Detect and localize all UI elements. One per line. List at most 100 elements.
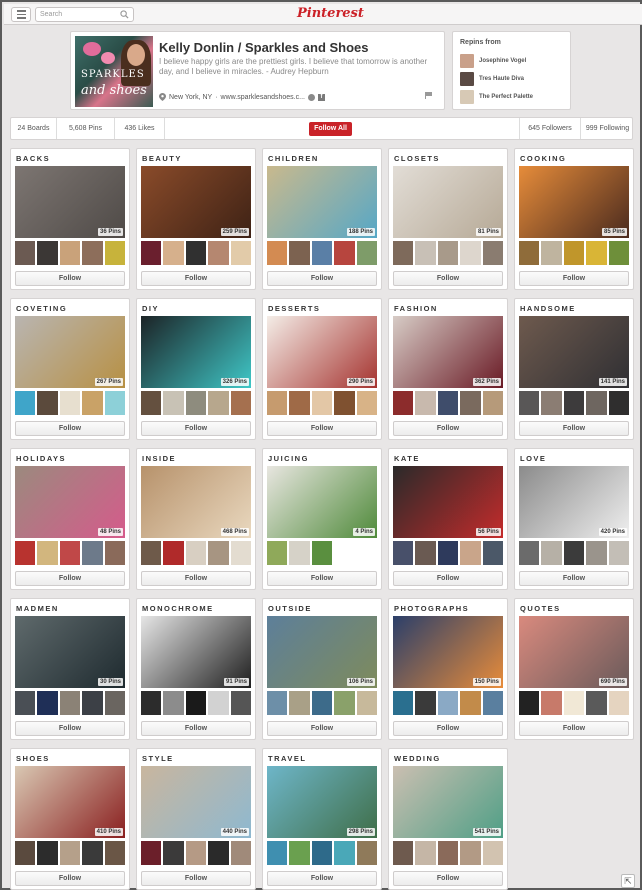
board-thumbnail[interactable] bbox=[482, 541, 504, 565]
board-card[interactable]: FASHION 362 Pins Follow bbox=[388, 298, 508, 440]
board-thumbnail[interactable] bbox=[415, 691, 436, 715]
board-cover-image[interactable]: 298 Pins bbox=[267, 766, 377, 838]
board-card[interactable]: MADMEN 30 Pins Follow bbox=[10, 598, 130, 740]
menu-icon[interactable] bbox=[11, 7, 31, 22]
board-thumbnail[interactable] bbox=[37, 841, 58, 865]
board-cover-image[interactable]: 150 Pins bbox=[393, 616, 503, 688]
search-input[interactable]: Search bbox=[35, 7, 134, 22]
board-thumbnail[interactable] bbox=[460, 241, 481, 265]
board-thumbnail[interactable] bbox=[289, 241, 310, 265]
board-thumbnail[interactable] bbox=[208, 841, 229, 865]
board-thumbnail[interactable] bbox=[415, 391, 436, 415]
board-thumbnail[interactable] bbox=[541, 391, 562, 415]
board-thumbnail[interactable] bbox=[415, 241, 436, 265]
board-cover-image[interactable]: 81 Pins bbox=[393, 166, 503, 238]
board-card[interactable]: MONOCHROME 91 Pins Follow bbox=[136, 598, 256, 740]
board-thumbnail[interactable] bbox=[334, 241, 355, 265]
board-thumbnail[interactable] bbox=[334, 841, 355, 865]
board-card[interactable]: LOVE 420 Pins Follow bbox=[514, 448, 634, 590]
follow-button[interactable]: Follow bbox=[393, 421, 503, 436]
board-thumbnail[interactable] bbox=[608, 391, 630, 415]
board-thumbnail[interactable] bbox=[608, 241, 630, 265]
board-cover-image[interactable]: 56 Pins bbox=[393, 466, 503, 538]
board-thumbnail[interactable] bbox=[185, 691, 207, 715]
board-thumbnail[interactable] bbox=[334, 541, 355, 565]
board-thumbnail[interactable] bbox=[289, 541, 310, 565]
board-thumbnail[interactable] bbox=[415, 841, 436, 865]
board-thumbnail[interactable] bbox=[519, 691, 540, 715]
board-thumbnail[interactable] bbox=[15, 841, 36, 865]
board-thumbnail[interactable] bbox=[563, 391, 585, 415]
follow-button[interactable]: Follow bbox=[15, 871, 125, 886]
board-thumbnail[interactable] bbox=[311, 541, 333, 565]
board-thumbnail[interactable] bbox=[334, 691, 355, 715]
board-thumbnail[interactable] bbox=[267, 241, 288, 265]
repin-user[interactable]: Tres Haute Diva bbox=[460, 72, 524, 86]
likes-count[interactable]: 436 Likes bbox=[115, 118, 165, 139]
board-cover-image[interactable]: 4 Pins bbox=[267, 466, 377, 538]
board-card[interactable]: COOKING 85 Pins Follow bbox=[514, 148, 634, 290]
board-thumbnail[interactable] bbox=[393, 241, 414, 265]
board-thumbnail[interactable] bbox=[267, 541, 288, 565]
board-cover-image[interactable]: 141 Pins bbox=[519, 316, 629, 388]
board-thumbnail[interactable] bbox=[415, 541, 436, 565]
board-thumbnail[interactable] bbox=[311, 241, 333, 265]
follow-button[interactable]: Follow bbox=[267, 271, 377, 286]
profile-website[interactable]: www.sparklesandshoes.c... bbox=[221, 94, 305, 101]
board-thumbnail[interactable] bbox=[519, 541, 540, 565]
follow-button[interactable]: Follow bbox=[393, 571, 503, 586]
board-thumbnail[interactable] bbox=[356, 841, 378, 865]
facebook-icon[interactable]: f bbox=[317, 93, 325, 101]
follow-button[interactable]: Follow bbox=[267, 721, 377, 736]
board-cover-image[interactable]: 259 Pins bbox=[141, 166, 251, 238]
board-thumbnail[interactable] bbox=[15, 691, 36, 715]
board-cover-image[interactable]: 468 Pins bbox=[141, 466, 251, 538]
board-thumbnail[interactable] bbox=[141, 541, 162, 565]
follow-button[interactable]: Follow bbox=[519, 571, 629, 586]
follow-button[interactable]: Follow bbox=[141, 571, 251, 586]
board-thumbnail[interactable] bbox=[230, 691, 252, 715]
board-thumbnail[interactable] bbox=[15, 241, 36, 265]
follow-button[interactable]: Follow bbox=[519, 721, 629, 736]
board-thumbnail[interactable] bbox=[59, 691, 81, 715]
board-thumbnail[interactable] bbox=[37, 391, 58, 415]
board-thumbnail[interactable] bbox=[230, 241, 252, 265]
board-thumbnail[interactable] bbox=[437, 541, 459, 565]
board-thumbnail[interactable] bbox=[141, 391, 162, 415]
follow-button[interactable]: Follow bbox=[15, 721, 125, 736]
board-thumbnail[interactable] bbox=[356, 541, 378, 565]
board-thumbnail[interactable] bbox=[267, 391, 288, 415]
board-card[interactable]: BACKS 36 Pins Follow bbox=[10, 148, 130, 290]
board-thumbnail[interactable] bbox=[37, 241, 58, 265]
board-thumbnail[interactable] bbox=[356, 691, 378, 715]
board-thumbnail[interactable] bbox=[82, 841, 103, 865]
board-thumbnail[interactable] bbox=[334, 391, 355, 415]
search-icon[interactable] bbox=[120, 10, 129, 19]
board-card[interactable]: STYLE 440 Pins Follow bbox=[136, 748, 256, 890]
board-thumbnail[interactable] bbox=[59, 541, 81, 565]
board-thumbnail[interactable] bbox=[393, 391, 414, 415]
board-thumbnail[interactable] bbox=[104, 391, 126, 415]
board-cover-image[interactable]: 267 Pins bbox=[15, 316, 125, 388]
board-cover-image[interactable]: 690 Pins bbox=[519, 616, 629, 688]
board-thumbnail[interactable] bbox=[82, 541, 103, 565]
board-card[interactable]: DIY 326 Pins Follow bbox=[136, 298, 256, 440]
board-thumbnail[interactable] bbox=[541, 541, 562, 565]
board-thumbnail[interactable] bbox=[15, 391, 36, 415]
board-thumbnail[interactable] bbox=[163, 391, 184, 415]
following-count[interactable]: 999 Following bbox=[581, 118, 634, 139]
board-card[interactable]: KATE 56 Pins Follow bbox=[388, 448, 508, 590]
board-thumbnail[interactable] bbox=[460, 691, 481, 715]
board-card[interactable]: JUICING 4 Pins Follow bbox=[262, 448, 382, 590]
board-thumbnail[interactable] bbox=[541, 691, 562, 715]
board-thumbnail[interactable] bbox=[393, 541, 414, 565]
board-thumbnail[interactable] bbox=[208, 691, 229, 715]
board-cover-image[interactable]: 85 Pins bbox=[519, 166, 629, 238]
board-thumbnail[interactable] bbox=[311, 841, 333, 865]
board-thumbnail[interactable] bbox=[185, 541, 207, 565]
board-thumbnail[interactable] bbox=[82, 691, 103, 715]
board-cover-image[interactable]: 48 Pins bbox=[15, 466, 125, 538]
board-thumbnail[interactable] bbox=[393, 691, 414, 715]
board-cover-image[interactable]: 410 Pins bbox=[15, 766, 125, 838]
board-thumbnail[interactable] bbox=[208, 241, 229, 265]
